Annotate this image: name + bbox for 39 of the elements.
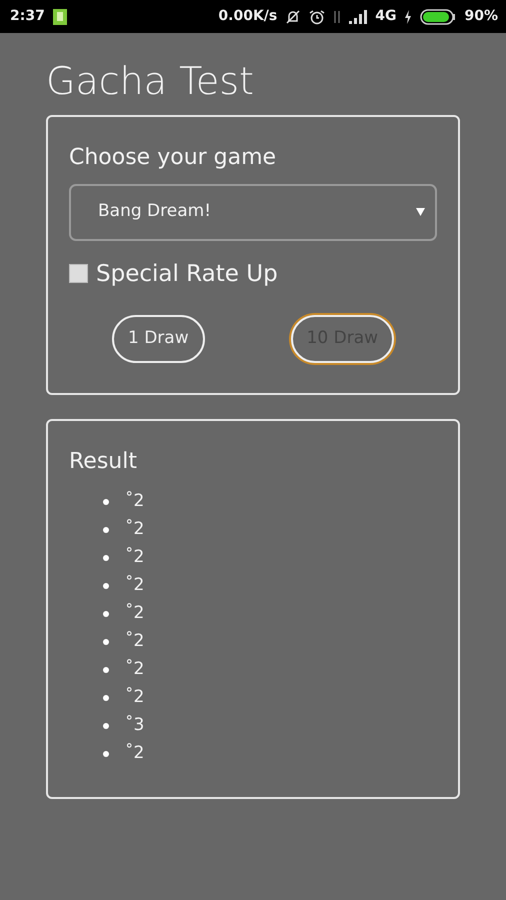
network-speed: 0.00K/s (218, 7, 278, 26)
draw-button[interactable]: 1 Draw (112, 315, 205, 363)
bullet-icon (103, 694, 109, 701)
notification-icon (52, 8, 67, 24)
rate-up-label: Special Rate Up (96, 260, 278, 289)
dropdown-caret-icon (416, 208, 425, 216)
result-item: ˚3 (125, 714, 144, 737)
battery-icon (420, 8, 456, 24)
result-item: ˚2 (125, 490, 144, 513)
data-arrows-icon (333, 8, 342, 24)
result-item: ˚2 (125, 742, 144, 765)
bullet-icon (103, 610, 109, 617)
bullet-icon (103, 750, 109, 757)
game-select[interactable]: Bang Dream! (69, 184, 437, 241)
bullet-icon (103, 554, 109, 561)
result-heading: Result (69, 448, 138, 476)
bullet-icon (103, 666, 109, 673)
result-item: ˚2 (125, 574, 144, 597)
rate-up-checkbox[interactable] (69, 264, 88, 284)
result-item: ˚2 (125, 602, 144, 625)
network-type: 4G (375, 7, 396, 26)
result-item: ˚2 (125, 630, 144, 653)
page-title: Gacha Test (46, 59, 255, 105)
bullet-icon (103, 498, 109, 505)
bullet-icon (103, 526, 109, 533)
alarm-icon (309, 8, 326, 24)
status-time: 2:37 (10, 7, 45, 26)
battery-percent: 90% (464, 7, 498, 26)
signal-icon (349, 10, 368, 24)
bullet-icon (103, 722, 109, 729)
bullet-icon (103, 638, 109, 645)
choose-game-label: Choose your game (69, 144, 278, 172)
bell-off-icon (285, 8, 302, 24)
bullet-icon (103, 582, 109, 589)
result-item: ˚2 (125, 518, 144, 541)
result-item: ˚2 (125, 546, 144, 569)
charging-icon (404, 10, 412, 24)
result-item: ˚2 (125, 658, 144, 681)
result-item: ˚2 (125, 686, 144, 709)
